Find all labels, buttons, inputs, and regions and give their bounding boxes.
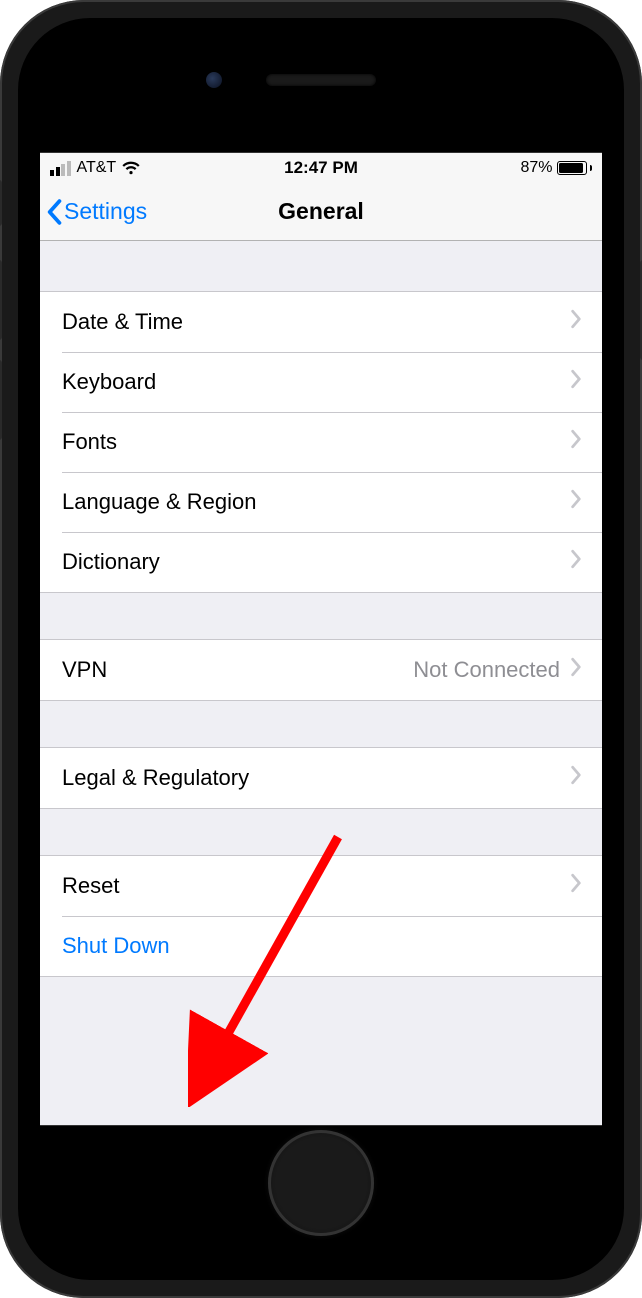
settings-row-dictionary[interactable]: Dictionary <box>40 532 602 592</box>
chevron-right-icon <box>570 489 582 515</box>
home-button <box>268 1130 374 1236</box>
group-spacer <box>40 593 602 639</box>
nav-bar: Settings General <box>40 183 602 241</box>
row-label: Legal & Regulatory <box>62 765 570 791</box>
status-bar: AT&T 12:47 PM 87% <box>40 153 602 183</box>
settings-row-date-time[interactable]: Date & Time <box>40 292 602 352</box>
chevron-right-icon <box>570 549 582 575</box>
screen: AT&T 12:47 PM 87% <box>40 152 602 1126</box>
settings-group: Date & Time Keyboard Fonts Language & Regio… <box>40 291 602 593</box>
signal-bars-icon <box>50 161 71 176</box>
chevron-right-icon <box>570 873 582 899</box>
row-label: Language & Region <box>62 489 570 515</box>
chevron-right-icon <box>570 429 582 455</box>
row-label: Reset <box>62 873 570 899</box>
settings-row-fonts[interactable]: Fonts <box>40 412 602 472</box>
chevron-right-icon <box>570 309 582 335</box>
row-label: Keyboard <box>62 369 570 395</box>
row-detail: Not Connected <box>413 657 560 683</box>
back-button[interactable]: Settings <box>46 198 147 225</box>
wifi-icon <box>122 161 140 175</box>
chevron-right-icon <box>570 765 582 791</box>
row-label: VPN <box>62 657 413 683</box>
settings-content: Date & Time Keyboard Fonts Language & Regio… <box>40 241 602 977</box>
settings-row-language-region[interactable]: Language & Region <box>40 472 602 532</box>
settings-row-shut-down[interactable]: Shut Down <box>40 916 602 976</box>
battery-percent-label: 87% <box>520 159 552 177</box>
volume-down-button <box>0 360 2 440</box>
row-label: Dictionary <box>62 549 570 575</box>
back-button-label: Settings <box>64 198 147 225</box>
front-camera <box>206 72 222 88</box>
phone-bezel: AT&T 12:47 PM 87% <box>18 18 624 1280</box>
earpiece-speaker <box>266 74 376 86</box>
settings-row-keyboard[interactable]: Keyboard <box>40 352 602 412</box>
settings-group: VPNNot Connected <box>40 639 602 701</box>
battery-icon <box>557 161 593 175</box>
group-spacer <box>40 809 602 855</box>
mute-switch <box>0 180 2 226</box>
settings-group: Reset Shut Down <box>40 855 602 977</box>
chevron-right-icon <box>570 657 582 683</box>
phone-frame: AT&T 12:47 PM 87% <box>0 0 642 1298</box>
clock-label: 12:47 PM <box>284 158 358 178</box>
chevron-right-icon <box>570 369 582 395</box>
group-spacer <box>40 241 602 291</box>
carrier-label: AT&T <box>77 159 117 177</box>
settings-row-reset[interactable]: Reset <box>40 856 602 916</box>
top-sensors <box>18 74 624 86</box>
row-label: Fonts <box>62 429 570 455</box>
settings-row-legal-regulatory[interactable]: Legal & Regulatory <box>40 748 602 808</box>
group-spacer <box>40 701 602 747</box>
page-title: General <box>278 198 364 225</box>
settings-row-vpn[interactable]: VPNNot Connected <box>40 640 602 700</box>
row-label: Date & Time <box>62 309 570 335</box>
volume-up-button <box>0 260 2 340</box>
row-label: Shut Down <box>62 933 582 959</box>
chevron-left-icon <box>46 199 62 225</box>
settings-group: Legal & Regulatory <box>40 747 602 809</box>
